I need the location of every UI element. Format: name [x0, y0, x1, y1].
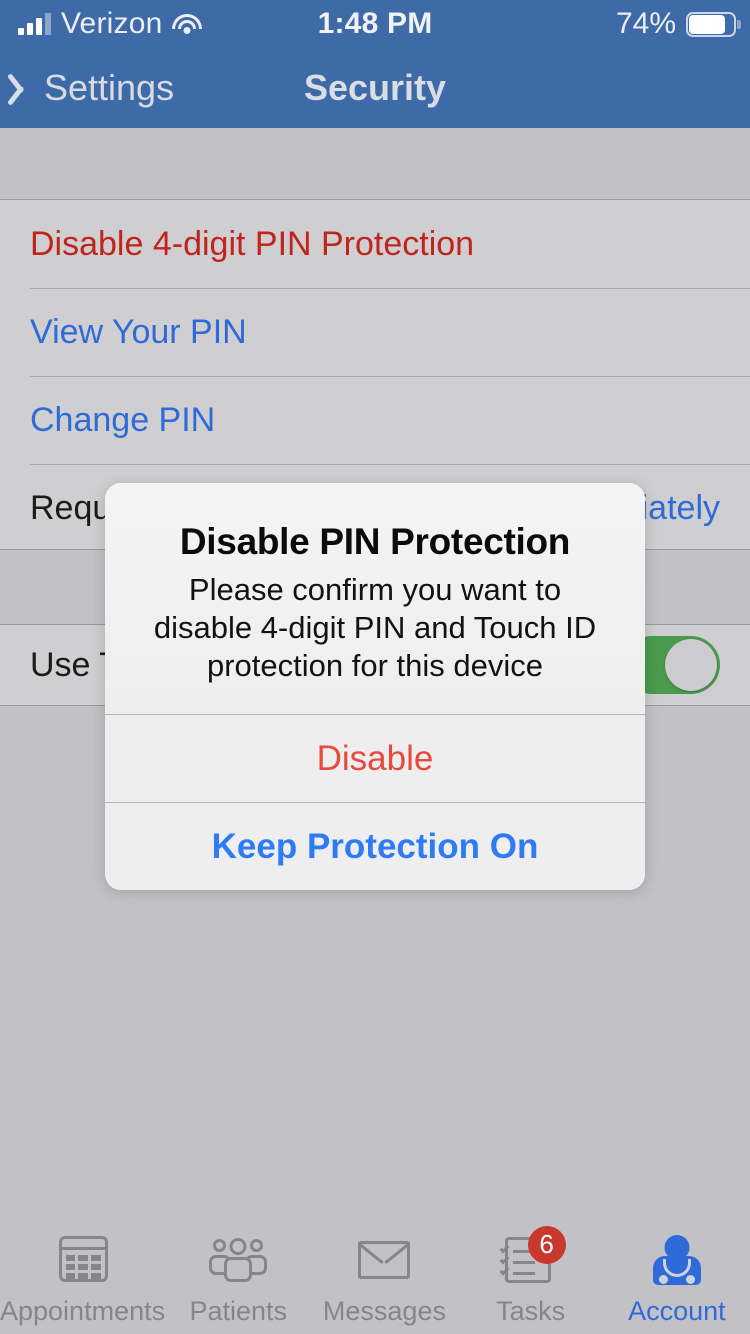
tab-label: Patients [189, 1295, 287, 1326]
people-icon [205, 1232, 271, 1290]
checklist-icon: 6 [498, 1225, 566, 1290]
row-label: Change PIN [30, 400, 216, 439]
battery-icon [686, 11, 741, 37]
tab-label: Tasks [496, 1295, 566, 1326]
alert-disable-button[interactable]: Disable [105, 714, 645, 803]
row-view-your-pin[interactable]: View Your PIN [0, 288, 750, 376]
status-bar: Verizon 1:48 PM 74% [0, 0, 750, 48]
section-gap-top [0, 128, 750, 199]
navigation-bar: Settings Security [0, 48, 750, 128]
doctor-icon [644, 1232, 710, 1290]
app-screen: Verizon 1:48 PM 74% Settings Security Di… [0, 0, 750, 1334]
tab-label: Appointments [0, 1295, 166, 1326]
tab-label: Account [628, 1295, 726, 1326]
alert-body: Disable PIN Protection Please confirm yo… [105, 483, 645, 715]
row-disable-pin-protection[interactable]: Disable 4-digit PIN Protection [0, 200, 750, 288]
tab-account[interactable]: Account [604, 1224, 750, 1334]
back-button-label: Settings [44, 67, 175, 108]
toggle-knob [665, 639, 717, 691]
alert-title: Disable PIN Protection [179, 521, 571, 562]
tab-label: Messages [322, 1295, 446, 1326]
tasks-badge: 6 [527, 1225, 566, 1264]
tab-patients[interactable]: Patients [165, 1224, 311, 1334]
tab-appointments[interactable]: Appointments [0, 1224, 165, 1334]
tab-bar: Appointments Patients Messages 6 Tasks A… [0, 1224, 750, 1334]
alert-message: Please confirm you want to disable 4-dig… [153, 572, 597, 683]
envelope-icon [351, 1232, 417, 1290]
battery-percent-label: 74% [615, 7, 676, 40]
alert-dialog: Disable PIN Protection Please confirm yo… [105, 483, 645, 891]
row-label: View Your PIN [30, 312, 247, 351]
tab-tasks[interactable]: 6 Tasks [458, 1224, 604, 1334]
row-label: Disable 4-digit PIN Protection [30, 224, 475, 263]
row-change-pin[interactable]: Change PIN [0, 376, 750, 464]
back-button[interactable]: Settings [14, 67, 174, 109]
tab-messages[interactable]: Messages [311, 1224, 457, 1334]
calendar-icon [50, 1232, 116, 1290]
chevron-left-icon [14, 70, 36, 106]
status-bar-right: 74% [615, 0, 741, 48]
alert-keep-protection-button[interactable]: Keep Protection On [105, 802, 645, 891]
